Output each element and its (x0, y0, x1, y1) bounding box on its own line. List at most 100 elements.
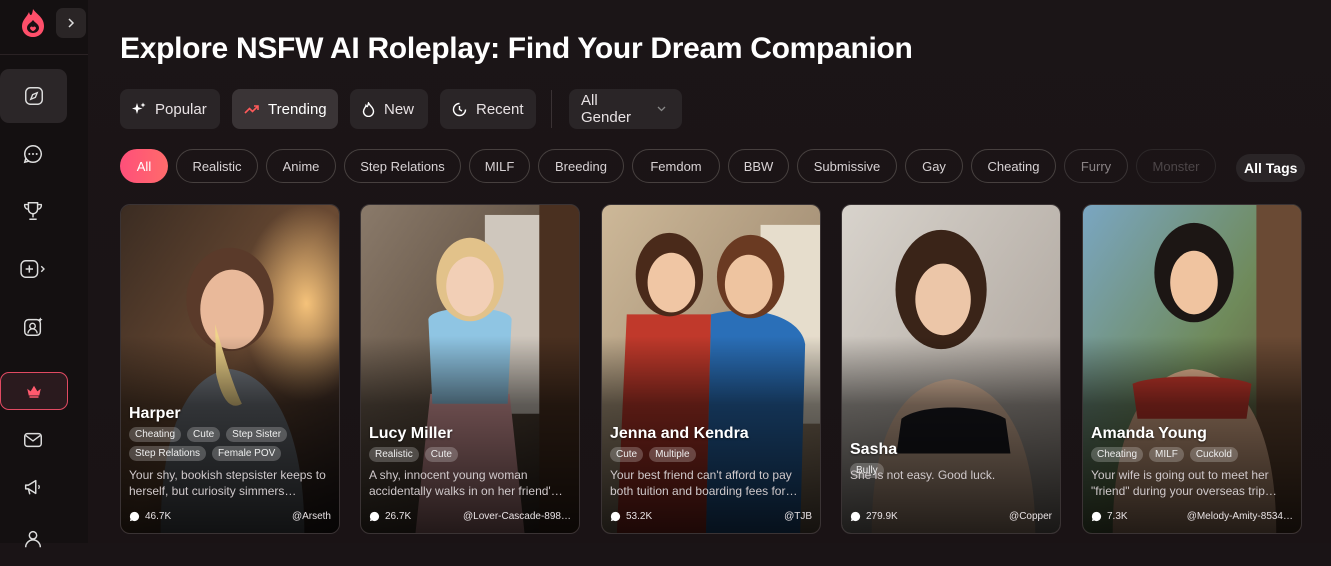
card-footer: 26.7K @Lover-Cascade-898… (369, 509, 571, 523)
megaphone-icon (24, 479, 40, 495)
sidebar-item-explore[interactable] (0, 69, 67, 123)
character-name: Jenna and Kendra (610, 425, 749, 442)
filter-divider (551, 90, 552, 128)
clock-icon (452, 102, 467, 117)
sidebar (0, 0, 89, 548)
user-icon (24, 530, 42, 548)
tag-cheating[interactable]: Cheating (971, 149, 1056, 183)
character-tag: Cute (610, 447, 644, 462)
sidebar-item-announcements[interactable] (0, 460, 66, 514)
creator-name[interactable]: @Arseth (292, 511, 331, 522)
crown-icon (27, 385, 41, 398)
sidebar-toggle-button[interactable] (56, 8, 86, 38)
character-tag: Step Relations (129, 446, 207, 461)
card-footer: 279.9K @Copper (850, 509, 1052, 523)
character-card[interactable]: Amanda Young Cheating MILF Cuckold Your … (1082, 204, 1302, 534)
tag-all[interactable]: All (120, 149, 168, 183)
chevron-down-icon (657, 103, 666, 115)
character-tag: MILF (1149, 447, 1184, 462)
character-tags: Realistic Cute (369, 447, 571, 462)
tag-furry[interactable]: Furry (1064, 149, 1128, 183)
tag-bbw[interactable]: BBW (728, 149, 789, 183)
character-tag: Step Sister (226, 427, 288, 442)
character-tag: Cute (424, 447, 458, 462)
character-name: Lucy Miller (369, 425, 453, 442)
creator-name[interactable]: @TJB (784, 511, 812, 522)
chat-count: 53.2K (626, 510, 653, 522)
tag-anime[interactable]: Anime (266, 149, 336, 183)
chat-count: 7.3K (1107, 510, 1128, 522)
sidebar-item-leaderboard[interactable] (0, 184, 66, 238)
filter-label: Recent (476, 100, 524, 118)
creator-name[interactable]: @Melody-Amity-8534… (1187, 511, 1293, 522)
filter-trending-button[interactable]: Trending (232, 89, 338, 129)
character-description: Your best friend can't afford to pay bot… (610, 468, 798, 498)
trend-icon (244, 103, 259, 115)
chat-count: 26.7K (385, 510, 412, 522)
character-tag: Realistic (369, 447, 419, 462)
chat-count-icon (610, 511, 621, 521)
character-name: Harper (129, 405, 181, 422)
chat-count-icon (129, 511, 140, 521)
chat-icon (23, 145, 42, 164)
creator-name[interactable]: @Copper (1009, 511, 1052, 522)
character-tag: Female POV (212, 446, 282, 461)
sidebar-item-create[interactable] (0, 242, 66, 296)
character-name: Amanda Young (1091, 425, 1207, 442)
chat-count: 279.9K (866, 510, 898, 522)
character-description: Your shy, bookish stepsister keeps to he… (129, 468, 326, 498)
tag-realistic[interactable]: Realistic (176, 149, 258, 183)
tag-submissive[interactable]: Submissive (797, 149, 897, 183)
chat-count: 46.7K (145, 510, 172, 522)
sidebar-divider (0, 54, 88, 55)
character-description: Your wife is going out to meet her "frie… (1091, 468, 1277, 498)
trophy-icon (23, 202, 43, 220)
flame-icon (362, 101, 375, 117)
sidebar-item-my-characters[interactable] (0, 300, 66, 354)
compass-icon (24, 87, 43, 105)
logo-icon[interactable] (18, 6, 48, 40)
gender-select-value: All Gender (581, 92, 632, 126)
all-tags-button[interactable]: All Tags (1236, 154, 1306, 182)
sidebar-item-messages[interactable] (0, 413, 66, 467)
tag-step-relations[interactable]: Step Relations (344, 149, 461, 183)
chevron-right-icon (68, 18, 75, 28)
character-tag: Cuckold (1189, 447, 1238, 462)
main-content: Explore NSFW AI Roleplay: Find Your Drea… (88, 0, 1331, 543)
chat-count-icon (1091, 511, 1102, 521)
tag-milf[interactable]: MILF (469, 149, 530, 183)
page-title: Explore NSFW AI Roleplay: Find Your Drea… (120, 32, 913, 65)
mail-icon (24, 432, 42, 448)
tag-breeding[interactable]: Breeding (538, 149, 624, 183)
character-card[interactable]: Jenna and Kendra Cute Multiple Your best… (601, 204, 821, 534)
character-description: A shy, innocent young woman accidentally… (369, 468, 563, 498)
tag-femdom[interactable]: Femdom (632, 149, 720, 183)
card-gradient (842, 336, 1060, 533)
create-icon (20, 260, 45, 278)
character-tag: Cheating (1091, 447, 1144, 462)
character-card[interactable]: Sasha Bully She is not easy. Good luck. … (841, 204, 1061, 534)
sidebar-item-profile[interactable] (0, 512, 66, 566)
character-tag: Cute (187, 427, 221, 442)
character-tag: Cheating (129, 427, 182, 442)
character-card[interactable]: Lucy Miller Realistic Cute A shy, innoce… (360, 204, 580, 534)
card-footer: 7.3K @Melody-Amity-8534… (1091, 509, 1293, 523)
filter-recent-button[interactable]: Recent (440, 89, 536, 129)
character-tag: Multiple (649, 447, 696, 462)
gender-select[interactable]: All Gender (569, 89, 682, 129)
filter-popular-button[interactable]: Popular (120, 89, 220, 129)
sidebar-item-premium[interactable] (0, 372, 68, 410)
character-tags: Cheating Cute Step Sister Step Relations… (129, 427, 331, 461)
filter-label: Trending (268, 100, 327, 118)
tag-monster[interactable]: Monster (1136, 149, 1216, 183)
user-star-icon (24, 317, 43, 336)
creator-name[interactable]: @Lover-Cascade-898… (463, 511, 571, 522)
filter-label: Popular (155, 100, 207, 118)
character-card[interactable]: Harper Cheating Cute Step Sister Step Re… (120, 204, 340, 534)
filter-new-button[interactable]: New (350, 89, 428, 129)
tag-gay[interactable]: Gay (905, 149, 963, 183)
filter-label: New (384, 100, 415, 118)
sidebar-item-chat[interactable] (0, 127, 66, 181)
character-description: She is not easy. Good luck. (850, 468, 996, 482)
sparkle-icon (132, 102, 146, 116)
